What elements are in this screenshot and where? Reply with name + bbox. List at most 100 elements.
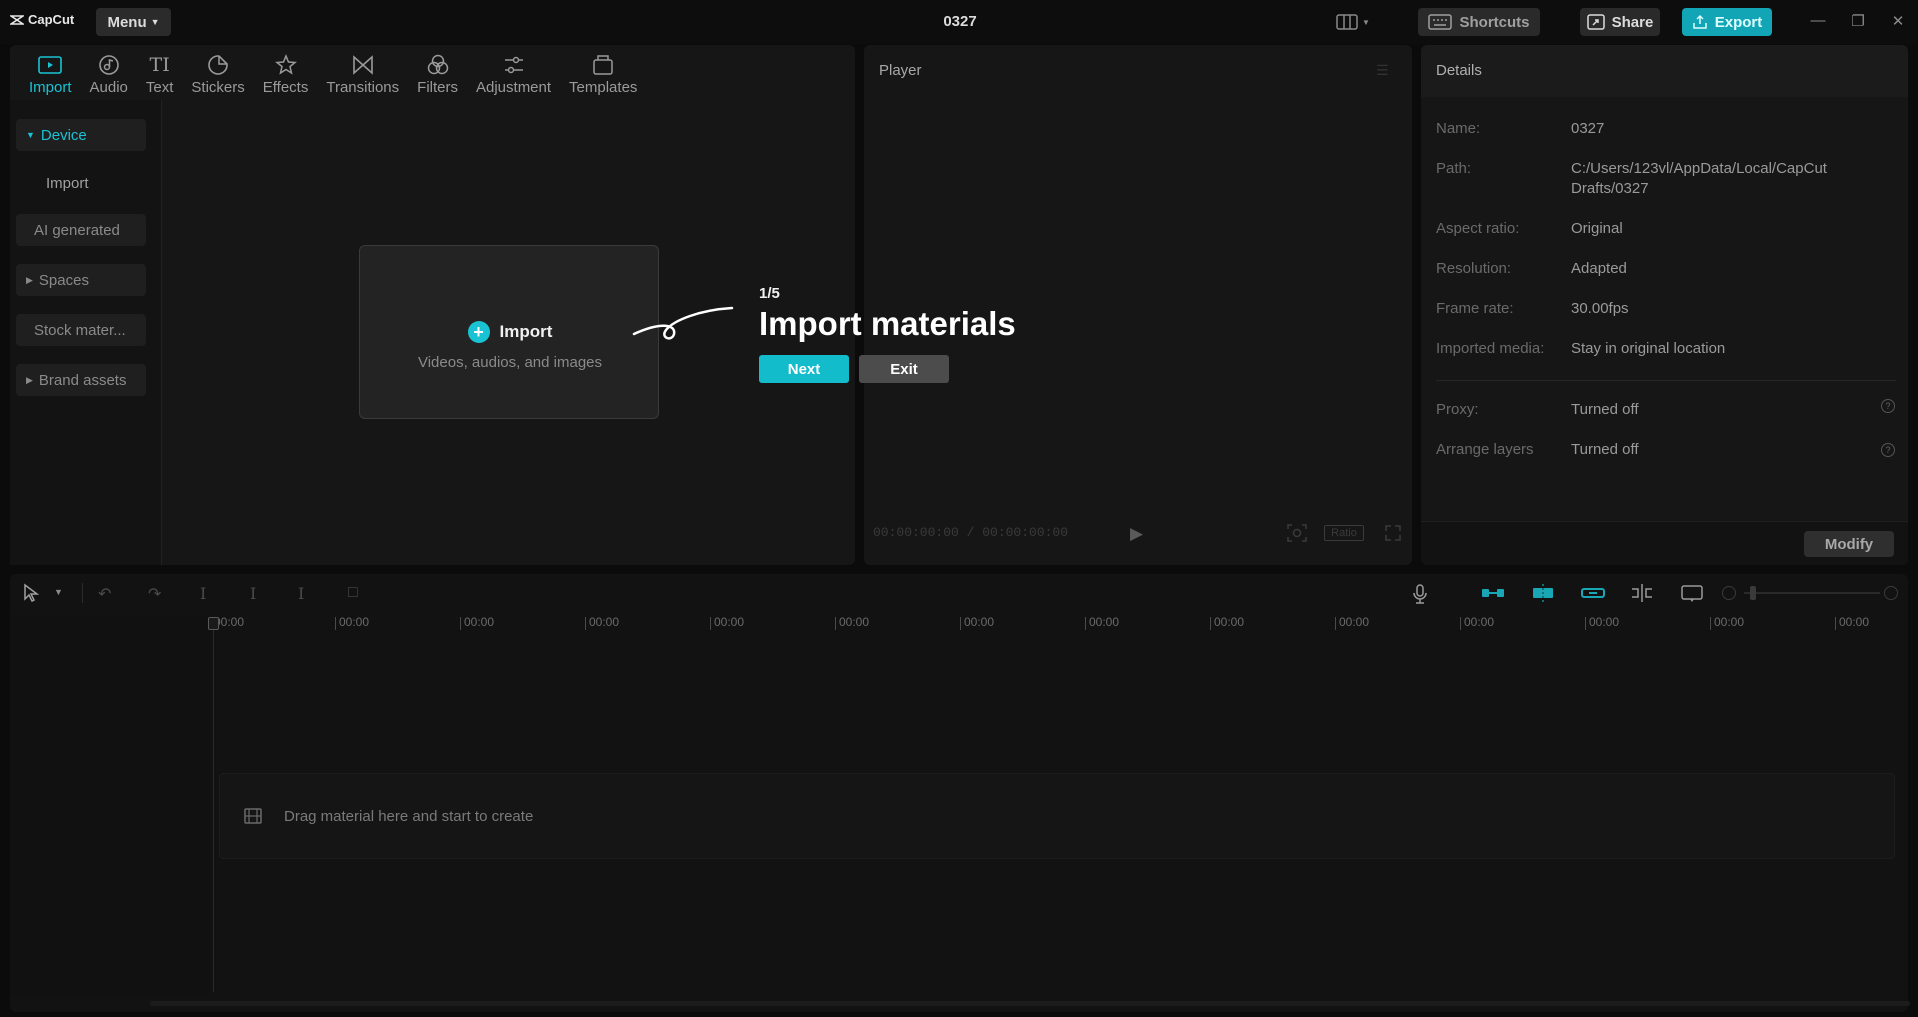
- import-dropzone[interactable]: + Import Videos, audios, and images: [359, 245, 659, 419]
- tab-transitions-label: Transitions: [326, 79, 400, 96]
- keyboard-icon: [1428, 14, 1453, 30]
- detail-arrange-layers-value: Turned off: [1571, 441, 1639, 458]
- tab-import[interactable]: Import: [20, 45, 81, 99]
- capcut-logo-icon: [10, 14, 24, 25]
- detail-proxy-label: Proxy:: [1436, 401, 1479, 418]
- detail-name-label: Name:: [1436, 120, 1481, 137]
- chevron-down-icon: ▼: [150, 17, 160, 27]
- tab-templates[interactable]: Templates: [560, 45, 646, 99]
- playhead-line[interactable]: [213, 620, 214, 992]
- menu-button[interactable]: Menu ▼: [96, 8, 171, 36]
- export-button[interactable]: Export: [1682, 8, 1772, 36]
- timeline-toolbar: [10, 574, 1908, 614]
- sidebar-item-device[interactable]: ▼ Device: [16, 119, 146, 151]
- import-button[interactable]: + Import: [360, 321, 660, 343]
- tab-effects[interactable]: Effects: [254, 45, 318, 99]
- help-icon[interactable]: ?: [1881, 443, 1895, 457]
- app-logo: CapCut: [10, 12, 74, 27]
- tab-stickers-label: Stickers: [191, 79, 245, 96]
- detail-aspect-ratio-value: Original: [1571, 220, 1623, 237]
- timeline-ruler: 00:00 00:00 00:00 00:00 00:00 00:00 00:0…: [210, 615, 1910, 635]
- minimize-icon[interactable]: —: [1808, 12, 1828, 32]
- restore-icon[interactable]: ❐: [1848, 12, 1868, 32]
- close-icon[interactable]: ✕: [1888, 12, 1908, 32]
- filters-icon: [426, 54, 450, 76]
- fullscreen-icon[interactable]: [1384, 524, 1402, 547]
- sidebar-item-label: AI generated: [34, 221, 120, 239]
- sidebar-item-brand-assets[interactable]: ▶ Brand assets: [16, 364, 146, 396]
- tab-audio-label: Audio: [89, 79, 128, 96]
- trim-right-icon[interactable]: I: [298, 584, 304, 603]
- player-menu-icon[interactable]: ☰: [1376, 62, 1389, 79]
- chevron-down-icon[interactable]: ▼: [54, 587, 63, 597]
- select-tool-icon[interactable]: [22, 583, 40, 608]
- tab-audio[interactable]: Audio: [81, 45, 137, 99]
- tab-stickers[interactable]: Stickers: [182, 45, 253, 99]
- share-button[interactable]: Share: [1580, 8, 1660, 36]
- tab-transitions[interactable]: Transitions: [317, 45, 408, 99]
- onboarding-exit-button[interactable]: Exit: [859, 355, 949, 383]
- tab-adjustment[interactable]: Adjustment: [467, 45, 560, 99]
- timeline-drop-zone[interactable]: Drag material here and start to create: [219, 773, 1895, 859]
- timeline-scrollbar[interactable]: [150, 1001, 1910, 1006]
- help-icon[interactable]: ?: [1881, 399, 1895, 413]
- screenshot-icon[interactable]: [1286, 523, 1308, 548]
- sidebar-item-spaces[interactable]: ▶ Spaces: [16, 264, 146, 296]
- tab-text[interactable]: TI Text: [137, 45, 183, 99]
- ruler-tick: 00:00: [1710, 615, 1744, 630]
- zoom-in-icon[interactable]: [1884, 586, 1898, 600]
- sidebar-item-stock-materials[interactable]: Stock mater...: [16, 314, 146, 346]
- zoom-slider-handle[interactable]: [1750, 586, 1756, 600]
- auto-snapping-icon[interactable]: [1530, 583, 1556, 608]
- zoom-slider[interactable]: [1744, 592, 1880, 594]
- redo-icon[interactable]: ↷: [148, 584, 161, 604]
- ruler-tick: 00:00: [1835, 615, 1869, 630]
- undo-icon[interactable]: ↶: [98, 584, 111, 604]
- onboarding-title: Import materials: [759, 305, 1016, 342]
- zoom-out-icon[interactable]: [1722, 586, 1736, 600]
- track-header-area: [10, 615, 210, 995]
- sidebar-item-label: Device: [40, 126, 87, 144]
- detail-frame-rate-value: 30.00fps: [1571, 300, 1629, 317]
- chevron-down-icon: ▼: [1362, 17, 1370, 27]
- delete-icon[interactable]: □: [348, 584, 358, 602]
- trim-left-icon[interactable]: I: [250, 584, 256, 603]
- onboarding-next-button[interactable]: Next: [759, 355, 849, 383]
- tab-effects-label: Effects: [262, 79, 309, 96]
- adjustment-icon: [502, 54, 526, 76]
- sidebar-item-ai-generated[interactable]: AI generated: [16, 214, 146, 246]
- preview-axis-icon[interactable]: [1630, 583, 1654, 608]
- main-track-magnet-icon[interactable]: [1480, 585, 1506, 606]
- sidebar-item-label: Import: [46, 174, 89, 192]
- templates-icon: [591, 54, 615, 76]
- detail-path-label: Path:: [1436, 160, 1472, 177]
- shortcuts-label: Shortcuts: [1459, 13, 1530, 31]
- split-icon[interactable]: I: [200, 584, 206, 603]
- ruler-tick: 00:00: [1085, 615, 1119, 630]
- detail-aspect-ratio-label: Aspect ratio:: [1436, 220, 1520, 237]
- tab-import-label: Import: [29, 79, 72, 96]
- cover-icon[interactable]: [1680, 583, 1704, 608]
- playhead-handle[interactable]: [208, 617, 219, 630]
- microphone-icon[interactable]: [1412, 583, 1428, 610]
- tab-text-label: Text: [145, 79, 174, 96]
- layout-button[interactable]: ▼: [1336, 12, 1378, 32]
- modify-button[interactable]: Modify: [1804, 531, 1894, 557]
- caret-right-icon: ▶: [26, 374, 33, 385]
- shortcuts-button[interactable]: Shortcuts: [1418, 8, 1540, 36]
- project-title: 0327: [943, 13, 977, 30]
- import-icon: [38, 54, 63, 76]
- tab-adjustment-label: Adjustment: [476, 79, 552, 96]
- tab-filters[interactable]: Filters: [408, 45, 467, 99]
- tab-templates-label: Templates: [569, 79, 638, 96]
- ruler-tick: 00:00: [585, 615, 619, 630]
- linkage-icon[interactable]: [1580, 585, 1606, 606]
- toolbar-divider: [82, 583, 83, 603]
- player-title: Player: [879, 62, 922, 79]
- ratio-button[interactable]: Ratio: [1324, 525, 1364, 541]
- ruler-tick: 00:00: [960, 615, 994, 630]
- effects-icon: [274, 54, 298, 76]
- ruler-tick: 00:00: [710, 615, 744, 630]
- play-icon[interactable]: ▶: [1130, 524, 1143, 544]
- sidebar-item-import[interactable]: Import: [16, 167, 146, 199]
